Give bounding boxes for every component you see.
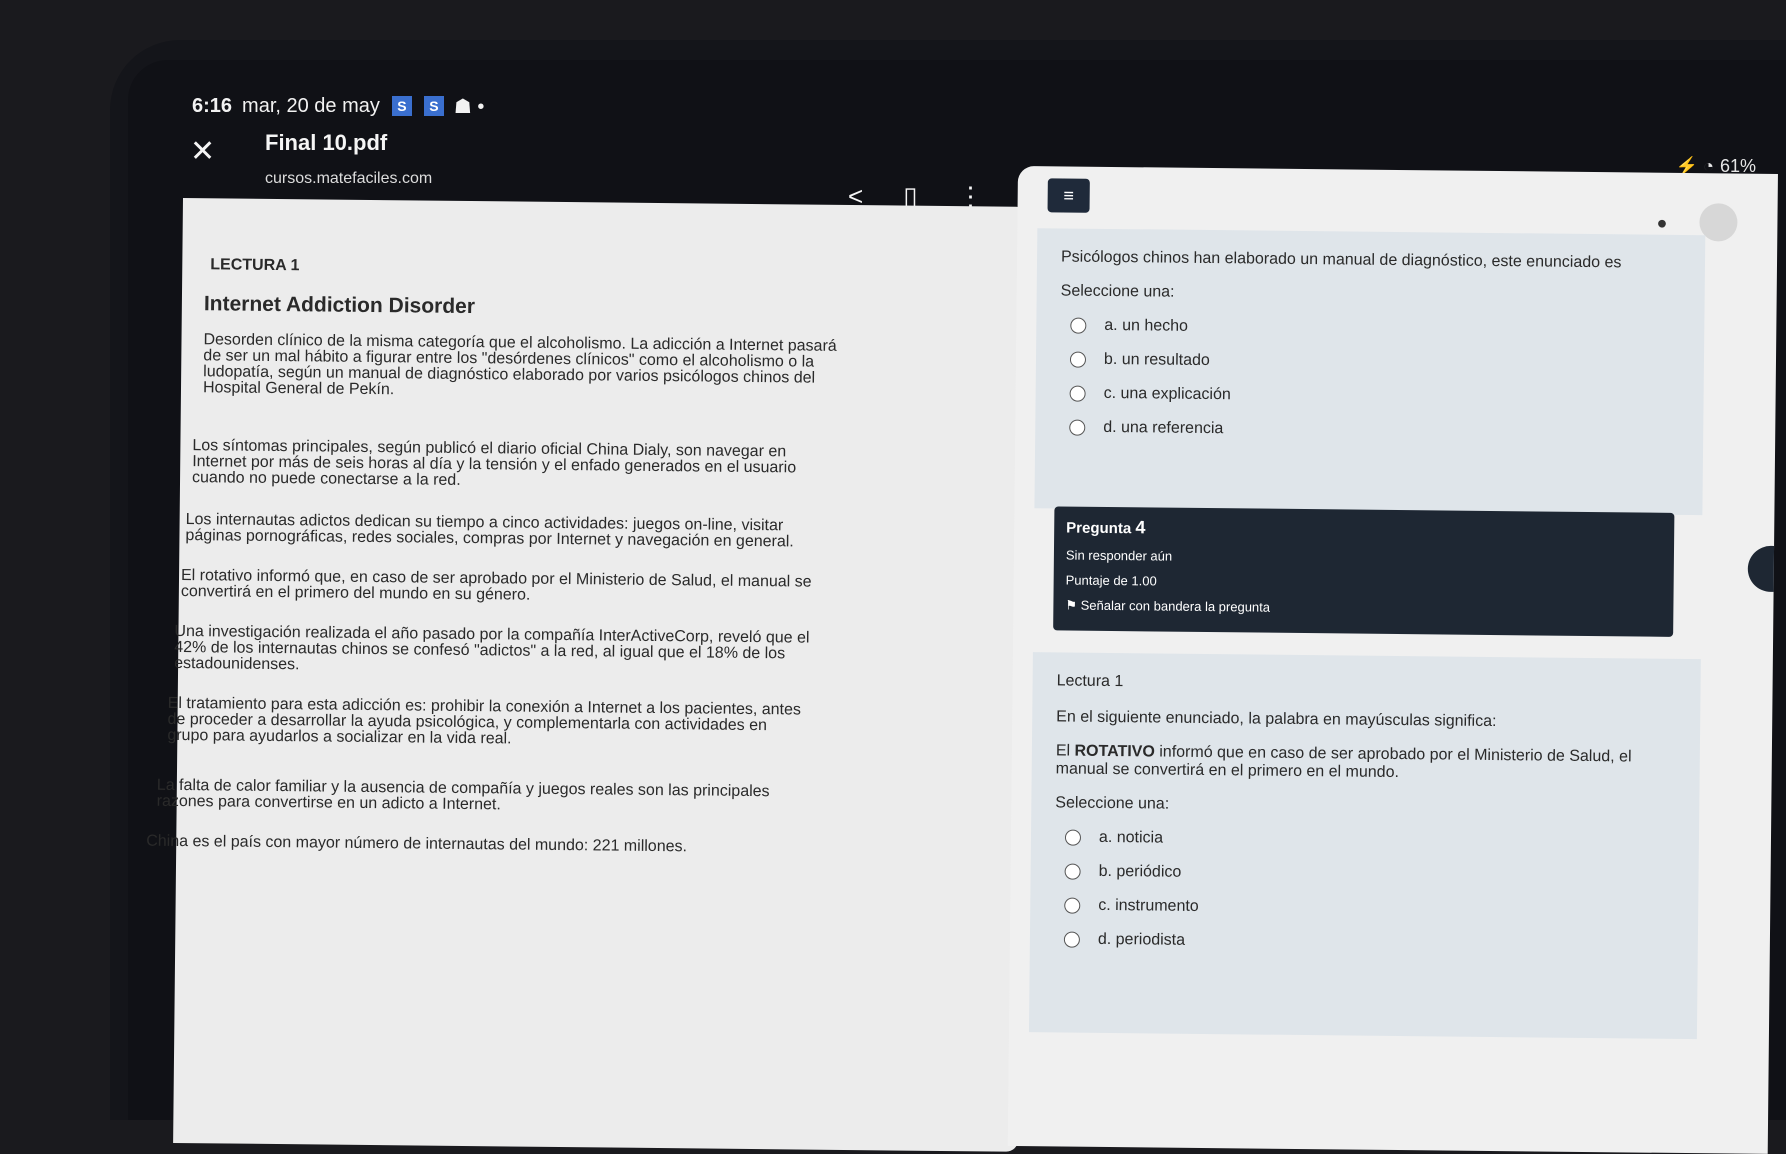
option-label: a. noticia [1098,828,1164,847]
reading-paragraph: El rotativo informó que, en caso de ser … [180,567,812,604]
reading-paragraph: Los internautas adictos dedican su tiemp… [185,511,794,551]
option-label: d. periodista [1097,930,1186,949]
select-one-label: Seleccione una: [1060,282,1175,301]
question-4-statement: El ROTATIVO informó que en caso de ser a… [1055,742,1632,782]
reading-paragraph: Los síntomas principales, según publicó … [191,437,797,489]
radio-button[interactable] [1064,897,1081,914]
reading-paragraph: La falta de calor familiar y la ausencia… [156,776,770,814]
reading-paragraph: China es el país con mayor número de int… [146,832,688,856]
reading-paragraph: Una investigación realizada el año pasad… [174,622,810,674]
answer-option[interactable]: d. una referencia [1069,411,1679,451]
menu-icon[interactable]: ≡ [1047,178,1090,213]
question-score: Puntaje de 1.00 [1065,572,1157,589]
reading-paragraph: Desorden clínico de la misma categoría q… [202,331,837,399]
radio-button[interactable] [1064,863,1081,880]
option-label: c. una explicación [1103,384,1231,404]
question-4-card: Lectura 1 En el siguiente enunciado, la … [1028,652,1701,1040]
radio-button[interactable] [1069,419,1086,436]
question-4-instruction: En el siguiente enunciado, la palabra en… [1056,708,1497,731]
question-4-info: Pregunta 4 Sin responder aún Puntaje de … [1053,506,1675,637]
quiz-panel: ≡ ● Psicólogos chinos han elaborado un m… [1007,166,1778,1154]
pdf-document: LECTURA 1 Internet Addiction Disorder De… [146,198,1028,1152]
reading-paragraph: El tratamiento para esta adicción es: pr… [167,694,802,748]
pdf-url: cursos.matefaciles.com [265,170,433,187]
flag-icon: ⚑ [1065,597,1081,613]
pdf-title: Final 10.pdf [265,130,388,155]
reading-reference: Lectura 1 [1056,672,1124,691]
drawer-handle[interactable] [1747,545,1775,592]
select-one-label: Seleccione una: [1055,794,1170,813]
question-3-text: Psicólogos chinos han elaborado un manua… [1060,248,1622,272]
reading-title: Internet Addiction Disorder [203,292,476,319]
radio-button[interactable] [1063,931,1080,948]
question-status: Sin responder aún [1065,547,1173,564]
option-label: b. un resultado [1103,350,1210,370]
radio-button[interactable] [1069,385,1086,402]
radio-button[interactable] [1069,351,1087,368]
option-label: b. periódico [1098,862,1182,881]
option-label: c. instrumento [1098,896,1199,915]
reading-label: LECTURA 1 [210,256,300,275]
answer-option[interactable]: d. periodista [1063,923,1674,963]
notification-bell-icon[interactable]: ● [1656,213,1667,234]
option-label: a. un hecho [1104,316,1189,335]
question-number: Pregunta 4 [1066,517,1146,538]
flag-question-link[interactable]: ⚑ Señalar con bandera la pregunta [1065,598,1661,620]
option-label: d. una referencia [1103,418,1224,438]
close-icon[interactable]: ✕ [190,134,215,169]
question-3-card: Psicólogos chinos han elaborado un manua… [1034,228,1706,516]
radio-button[interactable] [1064,829,1082,846]
radio-button[interactable] [1070,317,1087,334]
